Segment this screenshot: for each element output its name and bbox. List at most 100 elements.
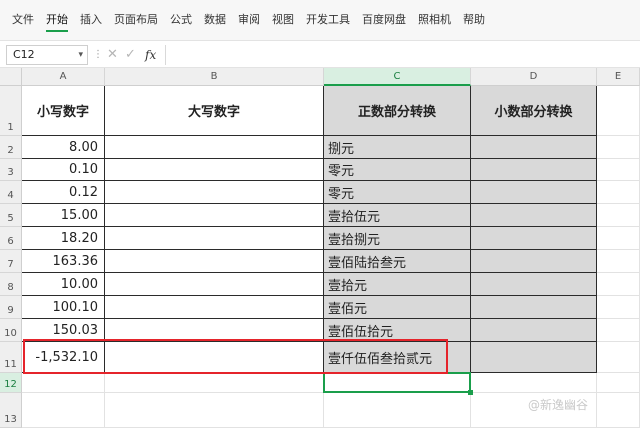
table-cell-lowercase[interactable]: 10.00 bbox=[22, 273, 105, 296]
table-cell-lowercase[interactable]: 163.36 bbox=[22, 250, 105, 273]
column-header-D[interactable]: D bbox=[471, 68, 597, 86]
table-cell-uppercase[interactable] bbox=[105, 250, 324, 273]
table-cell[interactable] bbox=[597, 250, 640, 273]
row-header-3[interactable]: 3 bbox=[0, 159, 22, 181]
table-cell-decimal-part[interactable] bbox=[471, 181, 597, 204]
table-cell[interactable] bbox=[597, 319, 640, 342]
table-cell-uppercase[interactable] bbox=[105, 181, 324, 204]
table-cell-integer-part[interactable]: 壹拾捌元 bbox=[324, 227, 471, 250]
menu-item-7[interactable]: 视图 bbox=[266, 0, 300, 40]
table-cell-uppercase[interactable] bbox=[105, 273, 324, 296]
table-cell-uppercase[interactable] bbox=[105, 204, 324, 227]
table-cell-lowercase[interactable]: 0.12 bbox=[22, 181, 105, 204]
confirm-icon[interactable]: ✓ bbox=[125, 45, 136, 65]
table-cell[interactable] bbox=[597, 136, 640, 159]
table-cell-decimal-part[interactable] bbox=[471, 342, 597, 373]
chevron-down-icon[interactable]: ▾ bbox=[78, 46, 83, 64]
table-cell-lowercase[interactable]: 18.20 bbox=[22, 227, 105, 250]
table-cell-lowercase[interactable]: 0.10 bbox=[22, 159, 105, 181]
table-cell-integer-part[interactable]: 零元 bbox=[324, 181, 471, 204]
column-header-C[interactable]: C bbox=[324, 68, 471, 86]
table-cell[interactable] bbox=[471, 373, 597, 393]
menu-item-6[interactable]: 审阅 bbox=[232, 0, 266, 40]
table-cell-lowercase[interactable]: 100.10 bbox=[22, 296, 105, 319]
table-cell-uppercase[interactable] bbox=[105, 227, 324, 250]
row-header-9[interactable]: 9 bbox=[0, 296, 22, 319]
menu-item-8[interactable]: 开发工具 bbox=[300, 0, 356, 40]
column-header-A[interactable]: A bbox=[22, 68, 105, 86]
row-header-11[interactable]: 11 bbox=[0, 342, 22, 373]
table-cell-decimal-part[interactable] bbox=[471, 204, 597, 227]
table-cell-integer-part[interactable]: 捌元 bbox=[324, 136, 471, 159]
table-cell[interactable] bbox=[22, 373, 105, 393]
menu-item-0[interactable]: 文件 bbox=[6, 0, 40, 40]
column-header-B[interactable]: B bbox=[105, 68, 324, 86]
menu-item-3[interactable]: 页面布局 bbox=[108, 0, 164, 40]
table-cell-integer-part[interactable]: 壹拾元 bbox=[324, 273, 471, 296]
table-header-cell[interactable]: 正数部分转换 bbox=[324, 86, 471, 136]
table-header-cell[interactable]: 大写数字 bbox=[105, 86, 324, 136]
insert-function-icon[interactable]: fx bbox=[145, 45, 156, 65]
table-cell[interactable] bbox=[324, 393, 471, 428]
name-box[interactable]: C12 ▾ bbox=[6, 45, 88, 65]
table-cell-integer-part[interactable]: 零元 bbox=[324, 159, 471, 181]
formula-bar: C12 ▾ ⋮ ✕ ✓ fx bbox=[0, 40, 640, 68]
menu-item-5[interactable]: 数据 bbox=[198, 0, 232, 40]
table-cell-integer-part[interactable]: 壹拾伍元 bbox=[324, 204, 471, 227]
menu-item-10[interactable]: 照相机 bbox=[412, 0, 457, 40]
menu-item-1[interactable]: 开始 bbox=[40, 0, 74, 40]
more-icon[interactable]: ⋮ bbox=[93, 49, 103, 60]
table-cell[interactable] bbox=[597, 373, 640, 393]
table-cell[interactable] bbox=[597, 393, 640, 428]
table-cell-uppercase[interactable] bbox=[105, 136, 324, 159]
row-header-13[interactable]: 13 bbox=[0, 393, 22, 428]
table-cell[interactable] bbox=[105, 393, 324, 428]
table-cell-lowercase[interactable]: 15.00 bbox=[22, 204, 105, 227]
table-cell-decimal-part[interactable] bbox=[471, 227, 597, 250]
table-cell-decimal-part[interactable] bbox=[471, 273, 597, 296]
watermark: @新逸幽谷 bbox=[528, 398, 589, 412]
table-cell-decimal-part[interactable] bbox=[471, 250, 597, 273]
table-cell[interactable] bbox=[597, 273, 640, 296]
table-cell[interactable] bbox=[22, 393, 105, 428]
table-cell[interactable] bbox=[597, 181, 640, 204]
cancel-icon[interactable]: ✕ bbox=[107, 45, 118, 65]
menu-item-9[interactable]: 百度网盘 bbox=[356, 0, 412, 40]
row-header-2[interactable]: 2 bbox=[0, 136, 22, 159]
fill-handle[interactable] bbox=[468, 390, 473, 395]
table-cell-integer-part[interactable]: 壹佰陆拾叁元 bbox=[324, 250, 471, 273]
row-header-1[interactable]: 1 bbox=[0, 86, 22, 136]
table-cell-uppercase[interactable] bbox=[105, 296, 324, 319]
row-header-6[interactable]: 6 bbox=[0, 227, 22, 250]
row-header-7[interactable]: 7 bbox=[0, 250, 22, 273]
table-cell-integer-part[interactable]: 壹佰元 bbox=[324, 296, 471, 319]
table-cell-decimal-part[interactable] bbox=[471, 296, 597, 319]
table-cell[interactable] bbox=[597, 342, 640, 373]
row-header-10[interactable]: 10 bbox=[0, 319, 22, 342]
select-all-corner[interactable] bbox=[0, 68, 22, 86]
table-cell[interactable] bbox=[597, 159, 640, 181]
table-cell-decimal-part[interactable] bbox=[471, 159, 597, 181]
menu-item-11[interactable]: 帮助 bbox=[457, 0, 491, 40]
table-cell-lowercase[interactable]: 8.00 bbox=[22, 136, 105, 159]
table-cell-uppercase[interactable] bbox=[105, 159, 324, 181]
table-cell[interactable] bbox=[597, 227, 640, 250]
row-header-12[interactable]: 12 bbox=[0, 373, 22, 393]
table-cell-decimal-part[interactable] bbox=[471, 136, 597, 159]
row-header-4[interactable]: 4 bbox=[0, 181, 22, 204]
table-header-cell[interactable]: 小写数字 bbox=[22, 86, 105, 136]
table-cell-decimal-part[interactable] bbox=[471, 319, 597, 342]
table-cell[interactable] bbox=[597, 204, 640, 227]
ribbon-menu-bar: 文件 开始 插入 页面布局 公式 数据 审阅 视图 开发工具 百度网盘 照相机 帮助 bbox=[0, 0, 640, 40]
column-header-E[interactable]: E bbox=[597, 68, 640, 86]
table-cell[interactable] bbox=[105, 373, 324, 393]
menu-item-2[interactable]: 插入 bbox=[74, 0, 108, 40]
row-header-8[interactable]: 8 bbox=[0, 273, 22, 296]
row-header-5[interactable]: 5 bbox=[0, 204, 22, 227]
menu-item-4[interactable]: 公式 bbox=[164, 0, 198, 40]
table-cell[interactable] bbox=[597, 296, 640, 319]
spreadsheet-grid: A B C D E 1 2 3 4 5 6 7 8 9 10 11 12 13 小写数字 大写数字 正数部分转换 小数部分… bbox=[0, 68, 640, 428]
table-cell[interactable] bbox=[597, 86, 640, 136]
formula-input[interactable] bbox=[165, 45, 635, 65]
table-header-cell[interactable]: 小数部分转换 bbox=[471, 86, 597, 136]
